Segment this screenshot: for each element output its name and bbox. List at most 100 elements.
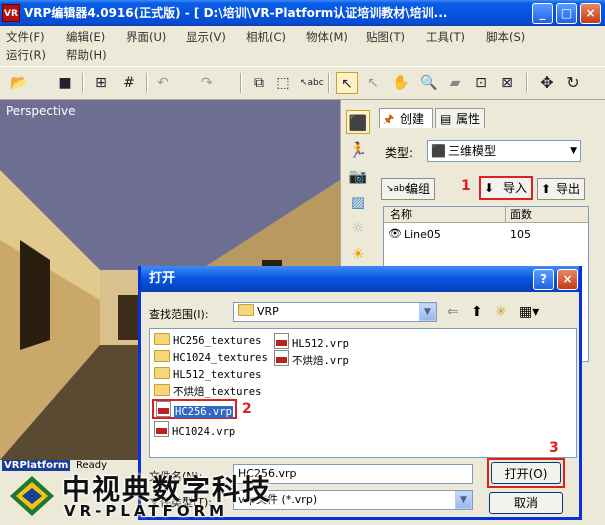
menu-edit[interactable]: 编辑(E): [66, 28, 105, 46]
column-header-faces[interactable]: 面数: [506, 207, 588, 223]
folder-icon: [238, 304, 254, 316]
file-name: HC256.vrp: [174, 406, 233, 418]
toolbar-separator: [146, 73, 148, 93]
pointer-move-icon[interactable]: ↖: [362, 72, 384, 94]
app-logo-icon: VR: [2, 4, 20, 22]
export-button[interactable]: ⬆ 导出: [537, 178, 585, 200]
dialog-title: 打开: [149, 271, 176, 286]
view-menu-icon[interactable]: ▦▾: [519, 304, 539, 320]
step-3-label: 3: [549, 440, 559, 456]
watermark-subtitle: VR-PLATFORM: [64, 502, 229, 520]
eraser-icon[interactable]: ▰: [444, 72, 466, 94]
new-folder-icon[interactable]: ✳: [495, 304, 507, 320]
menu-interface[interactable]: 界面(U): [126, 28, 166, 46]
help-button[interactable]: ?: [533, 269, 554, 290]
cube-icon[interactable]: ⬛: [346, 110, 370, 134]
menu-texture[interactable]: 贴图(T): [366, 28, 405, 46]
rotate-icon[interactable]: ↻: [562, 72, 584, 94]
tab-properties[interactable]: ▤ 属性: [435, 108, 485, 128]
dialog-close-button[interactable]: ×: [557, 269, 578, 290]
object-name: Line05: [404, 228, 441, 241]
menu-run[interactable]: 运行(R): [6, 46, 46, 64]
folder-icon: [154, 333, 170, 345]
maximize-button[interactable]: □: [556, 3, 577, 24]
doc-icon: ▤: [440, 112, 452, 126]
chevron-down-icon[interactable]: ▼: [455, 491, 472, 509]
fit-icon[interactable]: ⊡: [470, 72, 492, 94]
abc-select-icon[interactable]: ↖abc: [300, 72, 324, 94]
list-item[interactable]: HL512.vrp: [274, 333, 349, 350]
undo-icon[interactable]: ↶: [152, 72, 174, 94]
list-item[interactable]: 不烘焙_textures: [154, 384, 261, 400]
select-region-icon[interactable]: ⬚: [272, 72, 294, 94]
import-button[interactable]: ⬇ 导入: [479, 176, 533, 200]
file-name: HC256_textures: [173, 335, 262, 347]
up-folder-icon[interactable]: ⬆: [471, 304, 483, 320]
person-icon[interactable]: 🏃: [346, 138, 370, 162]
menu-script[interactable]: 脚本(S): [486, 28, 525, 46]
cancel-button[interactable]: 取消: [489, 492, 563, 514]
group-button[interactable]: ↘abc 编组: [381, 178, 435, 200]
sun-icon[interactable]: ☀: [346, 242, 370, 266]
zoom-icon[interactable]: 🔍: [418, 72, 440, 94]
sky-icon[interactable]: ▨: [346, 190, 370, 214]
menu-bar: 文件(F) 编辑(E) 界面(U) 显示(V) 相机(C) 物体(M) 贴图(T…: [0, 26, 605, 66]
menu-tools[interactable]: 工具(T): [426, 28, 465, 46]
object-faces: 105: [510, 228, 531, 241]
folder-icon: [154, 384, 170, 396]
grid-icon[interactable]: ⊞: [90, 72, 112, 94]
file-name: HL512.vrp: [292, 338, 349, 350]
light-icon[interactable]: ☼: [346, 216, 370, 240]
toolbar-separator: [240, 73, 242, 93]
expand-icon[interactable]: ⊠: [496, 72, 518, 94]
menu-object[interactable]: 物体(M): [306, 28, 348, 46]
file-name: HC1024_textures: [173, 352, 268, 364]
menu-help[interactable]: 帮助(H): [66, 46, 107, 64]
tab-properties-label: 属性: [456, 112, 481, 126]
abc-group-icon: ↘abc: [386, 184, 410, 194]
import-icon: ⬇: [484, 181, 495, 195]
vrp-file-icon: [274, 333, 289, 349]
menu-camera[interactable]: 相机(C): [246, 28, 286, 46]
hand-pan-icon[interactable]: ✋: [390, 72, 412, 94]
lookin-value: VRP: [257, 305, 279, 318]
move-icon[interactable]: ✥: [536, 72, 558, 94]
list-item[interactable]: HC1024_textures: [154, 350, 268, 366]
open-folder-icon[interactable]: 📂: [8, 72, 30, 94]
hash-grid-icon[interactable]: #: [118, 72, 140, 94]
redo-icon[interactable]: ↷: [196, 72, 218, 94]
pointer-icon[interactable]: ↖: [336, 72, 358, 94]
list-item[interactable]: HC1024.vrp: [154, 421, 235, 438]
toolbar-separator: [328, 73, 330, 93]
list-item[interactable]: HL512_textures: [154, 367, 262, 383]
dialog-title-bar: 打开 ? ×: [141, 266, 579, 292]
minimize-button[interactable]: _: [532, 3, 553, 24]
copy-icon[interactable]: ⧉: [248, 72, 270, 94]
tab-create[interactable]: 🖈 创建: [379, 108, 433, 128]
lookin-select[interactable]: VRP ▼: [233, 302, 437, 322]
list-item[interactable]: HC256_textures: [154, 333, 262, 349]
open-button[interactable]: 打开(O): [491, 462, 561, 484]
step-1-label: 1: [461, 178, 471, 194]
camera-icon[interactable]: 📷: [346, 164, 370, 188]
file-name: HL512_textures: [173, 369, 262, 381]
toolbar: 📂 ■ ⊞ # ↶ ↷ ⧉ ⬚ ↖abc ↖ ↖ ✋ 🔍 ▰ ⊡ ⊠ ✥ ↻: [0, 66, 605, 100]
table-row[interactable]: 👁 Line05 105: [384, 225, 588, 243]
chevron-down-icon[interactable]: ▼: [570, 141, 577, 161]
file-name: 不烘焙.vrp: [292, 355, 349, 367]
toolbar-separator: [526, 73, 528, 93]
close-button[interactable]: ×: [580, 3, 601, 24]
menu-file[interactable]: 文件(F): [6, 28, 45, 46]
back-arrow-icon[interactable]: ⇐: [447, 304, 459, 320]
save-icon[interactable]: ■: [54, 72, 76, 94]
column-header-name[interactable]: 名称: [384, 207, 506, 223]
eye-icon[interactable]: 👁: [388, 227, 402, 240]
chevron-down-icon[interactable]: ▼: [419, 303, 436, 321]
type-select[interactable]: 三维模型 ⬛ ▼: [427, 140, 581, 162]
list-item-selected[interactable]: HC256.vrp: [152, 399, 237, 419]
pin-icon: 🖈: [383, 112, 395, 126]
folder-icon: [154, 350, 170, 362]
list-item[interactable]: 不烘焙.vrp: [274, 350, 349, 367]
vrp-file-icon: [274, 350, 289, 366]
menu-view[interactable]: 显示(V): [186, 28, 226, 46]
